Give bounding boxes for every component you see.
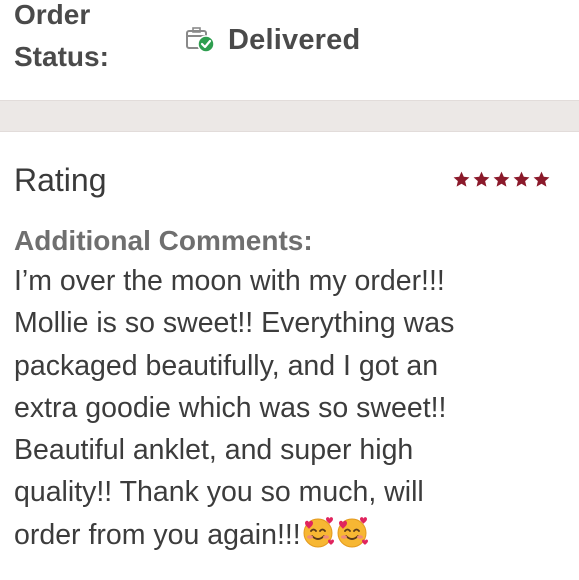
order-status-text: Delivered [228, 23, 361, 56]
star-icon [513, 171, 530, 187]
comments-body: I’m over the moon with my order!!! Molli… [14, 260, 574, 556]
comments-label: Additional Comments: [14, 225, 313, 256]
package-check-icon [184, 25, 218, 55]
order-status-label: Order Status: [14, 0, 109, 72]
order-review-page: Order Status: Delivered Rating Additiona… [0, 0, 579, 580]
comments-text: I’m over the moon with my order!!! Molli… [14, 265, 455, 551]
order-status-value: Delivered [184, 20, 360, 60]
star-rating [452, 170, 551, 189]
smiling-face-with-hearts-icon [301, 515, 335, 549]
section-divider [0, 100, 579, 132]
star-icon [453, 171, 470, 187]
order-status-section: Order Status: Delivered [0, 0, 579, 100]
star-icon [533, 171, 550, 187]
rating-label: Rating [14, 162, 107, 198]
smiling-face-with-hearts-icon [335, 515, 369, 549]
star-icon [473, 171, 490, 187]
star-icon [493, 171, 510, 187]
